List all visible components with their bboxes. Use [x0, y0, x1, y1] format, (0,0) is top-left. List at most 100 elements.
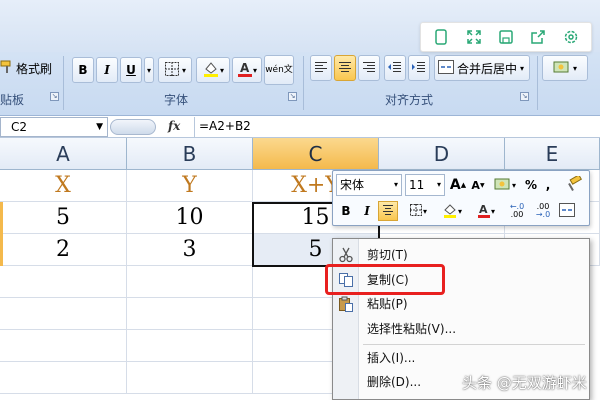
merge-center-button[interactable]: [557, 201, 577, 221]
clipboard-launcher-icon[interactable]: ↘: [50, 92, 59, 101]
fullscreen-icon[interactable]: [465, 28, 483, 46]
phone-icon[interactable]: [432, 28, 450, 46]
formula-input[interactable]: =A2+B2: [194, 117, 600, 137]
underline-button[interactable]: U: [120, 57, 142, 83]
underline-dropdown[interactable]: ▾: [144, 57, 154, 83]
shrink-font-icon: A: [471, 178, 480, 192]
align-left-button[interactable]: [310, 55, 332, 81]
italic-button[interactable]: I: [357, 201, 377, 221]
alignment-launcher-icon[interactable]: ↘: [520, 92, 529, 101]
bold-button[interactable]: B: [72, 57, 94, 83]
cell-b2[interactable]: 10: [127, 202, 253, 234]
cell-a7[interactable]: [0, 362, 127, 394]
cell-a5[interactable]: [0, 298, 127, 330]
cell-b6[interactable]: [127, 330, 253, 362]
column-header-b[interactable]: B: [127, 138, 253, 170]
format-painter-icon: [0, 60, 14, 77]
scissors-icon: [338, 247, 354, 263]
watermark: 头条 @无双游虾米: [462, 374, 587, 392]
menu-item-paste-special[interactable]: 选择性粘贴(V)...: [333, 317, 589, 341]
fill-color-icon: [202, 60, 220, 81]
decrease-indent-button[interactable]: [384, 55, 406, 81]
row-header-selected: [0, 202, 3, 234]
clipboard-group-label: 贴板: [0, 93, 25, 107]
chevron-down-icon: ▾: [436, 180, 441, 189]
borders-button[interactable]: ▾: [158, 57, 192, 83]
menu-item-paste[interactable]: 粘贴(P): [333, 292, 589, 316]
mini-toolbar: 宋体 ▾ 11 ▾ A ▲ A ▼ ▾ % , B I ▾ ▾ A ▾ ←.0.00…: [332, 170, 590, 226]
bold-button[interactable]: B: [336, 201, 356, 221]
fill-color-button[interactable]: ▾: [437, 201, 467, 221]
grow-font-icon: A: [449, 177, 461, 193]
formula-scroll-handle[interactable]: [110, 119, 156, 135]
name-box[interactable]: C2 ▼: [0, 117, 108, 137]
chevron-down-icon: ▾: [393, 180, 398, 189]
cell-b4[interactable]: [127, 266, 253, 298]
number-format-icon: [553, 60, 571, 77]
font-name-select[interactable]: 宋体 ▾: [336, 174, 402, 196]
column-header-c[interactable]: C: [253, 138, 379, 170]
menu-item-copy[interactable]: 复制(C): [333, 268, 589, 292]
align-right-button[interactable]: [358, 55, 380, 81]
percent-button[interactable]: %: [523, 175, 539, 195]
menu-separator: [363, 344, 585, 345]
align-right-icon: [362, 61, 376, 76]
font-color-button[interactable]: A ▾: [232, 57, 262, 83]
accounting-format-button[interactable]: ▾: [491, 175, 519, 195]
cell-b5[interactable]: [127, 298, 253, 330]
cell-a4[interactable]: [0, 266, 127, 298]
increase-decimal-button[interactable]: ←.0.00: [505, 201, 529, 221]
align-center-button[interactable]: [378, 201, 398, 221]
format-painter-button[interactable]: [565, 173, 585, 195]
cell-a6[interactable]: [0, 330, 127, 362]
svg-text:A: A: [240, 61, 250, 75]
phonetic-guide-button[interactable]: wén文: [264, 55, 294, 85]
grow-font-button[interactable]: A ▲: [449, 175, 467, 195]
column-header-d[interactable]: D: [379, 138, 505, 170]
align-center-button[interactable]: [334, 55, 356, 81]
increase-indent-button[interactable]: [408, 55, 430, 81]
align-left-icon: [314, 61, 328, 76]
merge-center-button[interactable]: 合并后居中 ▾: [434, 55, 530, 81]
fill-color-button[interactable]: ▾: [196, 57, 230, 83]
comma-button[interactable]: ,: [541, 175, 555, 195]
cell-a2[interactable]: 5: [0, 202, 127, 234]
fill-color-icon: [442, 202, 458, 221]
font-group-label: 字体: [164, 93, 189, 107]
chevron-down-icon[interactable]: ▼: [96, 118, 103, 136]
font-color-button[interactable]: A ▾: [471, 201, 501, 221]
font-size-select[interactable]: 11 ▾: [405, 174, 445, 196]
menu-item-label: 粘贴(P): [367, 297, 408, 311]
insert-function-icon[interactable]: fx: [168, 119, 180, 133]
format-painter-button[interactable]: 格式刷: [0, 55, 62, 81]
column-header-a[interactable]: A: [0, 138, 127, 170]
shrink-font-button[interactable]: A ▼: [469, 175, 487, 195]
cell-a3[interactable]: 2: [0, 234, 127, 266]
align-center-icon: [382, 204, 394, 219]
font-color-icon: A: [477, 202, 491, 221]
settings-icon[interactable]: [562, 28, 580, 46]
menu-item-label: 剪切(T): [367, 248, 408, 262]
decrease-decimal-button[interactable]: .00 →.0: [531, 201, 555, 221]
borders-icon: [164, 61, 180, 80]
align-center-icon: [338, 61, 352, 76]
font-launcher-icon[interactable]: ↘: [288, 92, 297, 101]
number-format-button[interactable]: ▾: [542, 55, 588, 81]
group-separator: [303, 56, 304, 110]
format-painter-icon: [567, 173, 583, 195]
menu-item-cut[interactable]: 剪切(T): [333, 243, 589, 267]
cell-b1[interactable]: Y: [127, 170, 253, 202]
column-header-e[interactable]: E: [505, 138, 600, 170]
cell-b3[interactable]: 3: [127, 234, 253, 266]
paste-icon: [338, 296, 354, 312]
cell-b7[interactable]: [127, 362, 253, 394]
borders-button[interactable]: ▾: [403, 201, 433, 221]
menu-item-insert[interactable]: 插入(I)...: [333, 346, 589, 370]
cell-a1[interactable]: X: [0, 170, 127, 202]
svg-text:A: A: [479, 203, 488, 216]
share-icon[interactable]: [529, 28, 547, 46]
italic-button[interactable]: I: [96, 57, 118, 83]
menu-item-label: 选择性粘贴(V)...: [367, 322, 457, 336]
group-separator: [537, 56, 538, 110]
save-icon[interactable]: [497, 28, 515, 46]
